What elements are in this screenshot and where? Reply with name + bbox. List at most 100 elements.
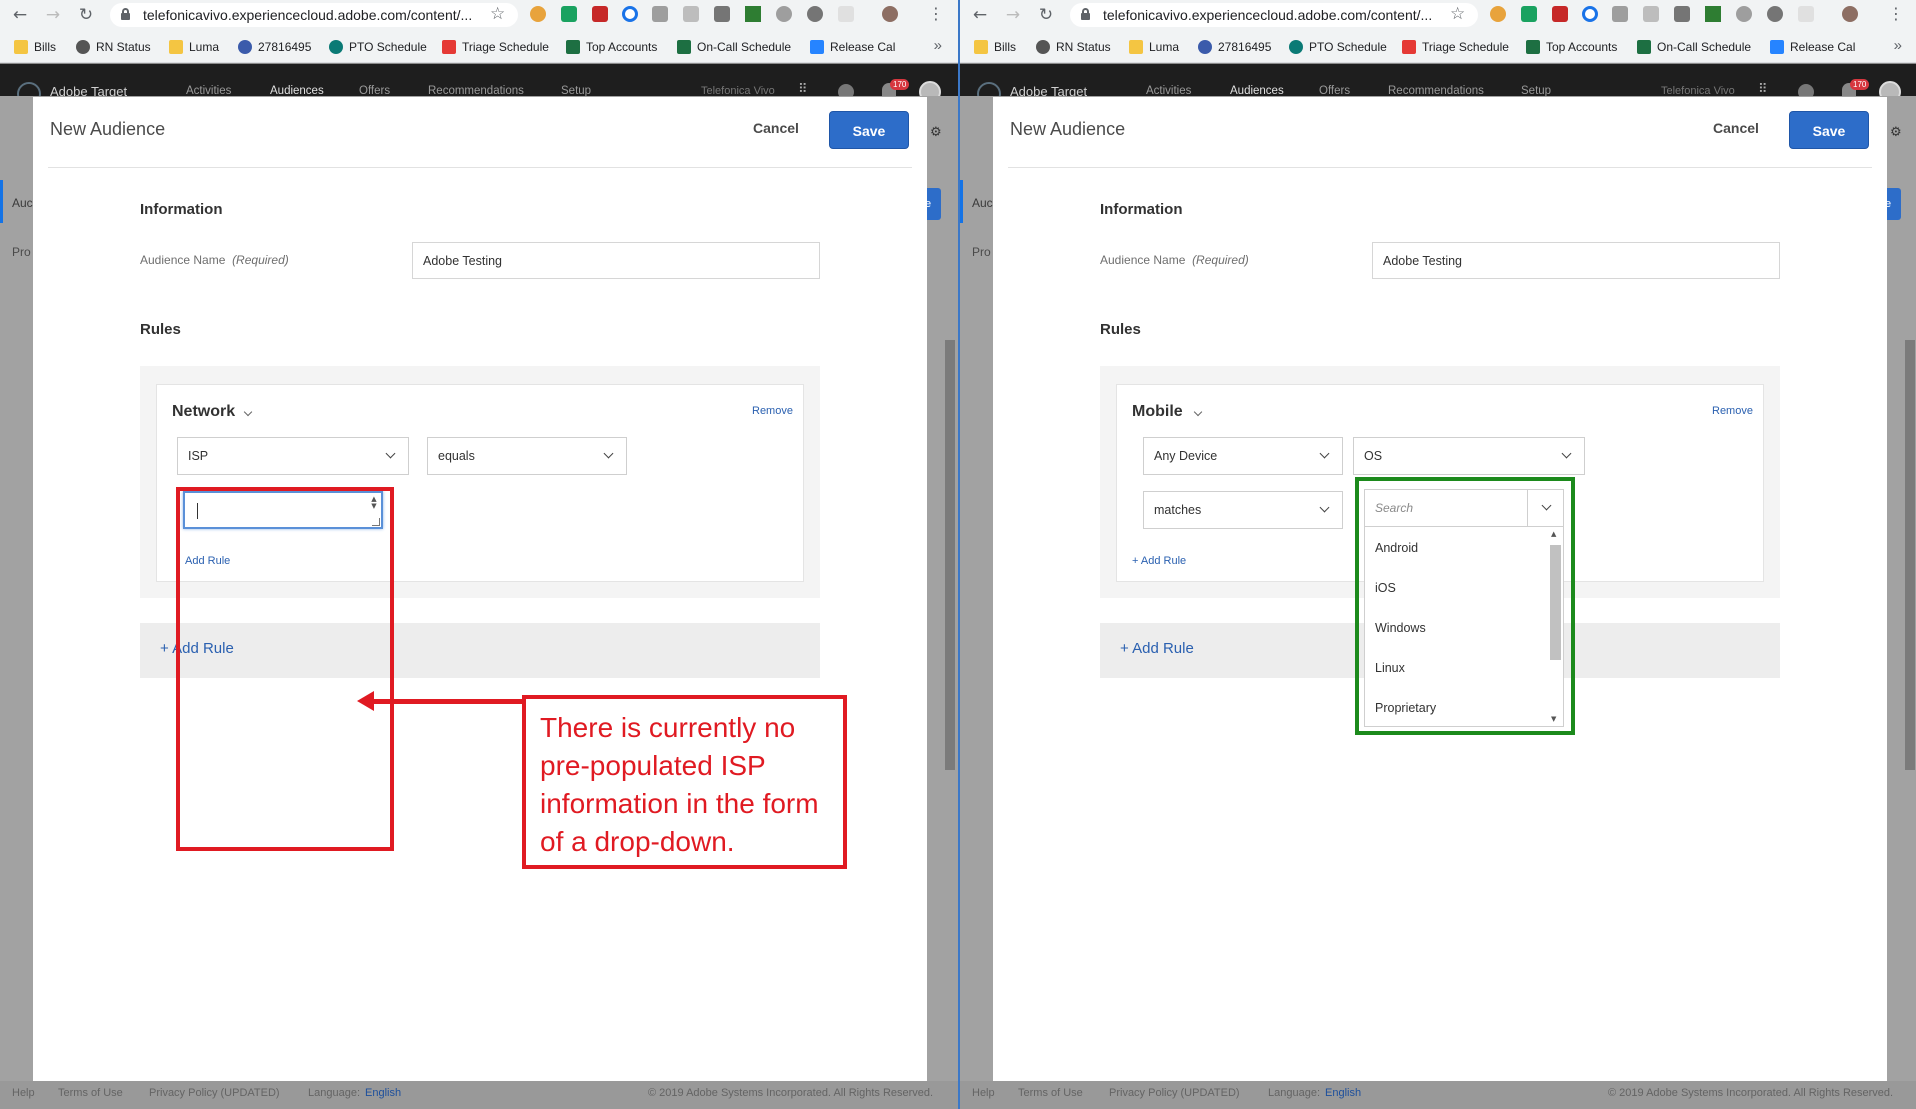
profile-icon[interactable] <box>1842 6 1858 22</box>
sharepoint-icon <box>329 40 343 54</box>
bookmark-triage-schedule[interactable]: Triage Schedule <box>1402 38 1509 56</box>
footer-language[interactable]: English <box>1325 1087 1361 1099</box>
footer-terms[interactable]: Terms of Use <box>1018 1087 1083 1099</box>
app-switcher-icon[interactable]: ⠿ <box>1758 82 1768 97</box>
left-browser-window: ← → ↻ telefonicavivo.experiencecloud.ado… <box>0 0 958 1109</box>
bookmark-release-cal[interactable]: Release Cal <box>810 38 895 56</box>
bookmark-pto-schedule[interactable]: PTO Schedule <box>1289 38 1387 56</box>
background-create-button: e <box>1885 188 1901 220</box>
bookmark-luma[interactable]: Luma <box>1129 38 1179 56</box>
footer-terms[interactable]: Terms of Use <box>58 1087 123 1099</box>
extension-icon[interactable] <box>1612 6 1628 22</box>
bookmark-star-icon[interactable]: ☆ <box>1450 4 1465 24</box>
bookmark-27816495[interactable]: 27816495 <box>1198 38 1271 56</box>
bookmark-luma[interactable]: Luma <box>169 38 219 56</box>
bookmark-on-call-schedule[interactable]: On-Call Schedule <box>1637 38 1751 56</box>
extension-icon[interactable] <box>1736 6 1752 22</box>
extension-icon[interactable] <box>592 6 608 22</box>
bookmark-bills[interactable]: Bills <box>974 38 1016 56</box>
reload-icon[interactable]: ↻ <box>76 5 96 25</box>
extension-icon[interactable] <box>1798 6 1814 22</box>
extension-icon[interactable] <box>622 6 638 22</box>
back-icon[interactable]: ← <box>10 5 30 25</box>
side-active-marker <box>0 180 3 223</box>
bookmark-top-accounts[interactable]: Top Accounts <box>1526 38 1617 56</box>
rule-type-dropdown[interactable]: Network <box>172 403 235 421</box>
chevron-down-icon <box>1319 502 1330 513</box>
bookmark-27816495[interactable]: 27816495 <box>238 38 311 56</box>
modal-divider <box>48 167 912 168</box>
bookmark-star-icon[interactable]: ☆ <box>490 4 505 24</box>
profile-icon[interactable] <box>882 6 898 22</box>
address-bar[interactable]: telefonicavivo.experiencecloud.adobe.com… <box>1070 3 1478 27</box>
attribute-dropdown[interactable]: ISP <box>177 437 409 475</box>
audience-name-input[interactable] <box>412 242 820 279</box>
cancel-button[interactable]: Cancel <box>753 120 799 136</box>
footer-help[interactable]: Help <box>972 1087 995 1099</box>
bookmark-top-accounts[interactable]: Top Accounts <box>566 38 657 56</box>
address-bar[interactable]: telefonicavivo.experiencecloud.adobe.com… <box>110 3 518 27</box>
bookmark-on-call-schedule[interactable]: On-Call Schedule <box>677 38 791 56</box>
remove-rule-link[interactable]: Remove <box>752 405 793 417</box>
app-switcher-icon[interactable]: ⠿ <box>798 82 808 97</box>
extension-icon[interactable] <box>1767 6 1783 22</box>
bookmark-release-cal[interactable]: Release Cal <box>1770 38 1855 56</box>
operator-dropdown[interactable]: matches <box>1143 491 1343 529</box>
attribute-dropdown[interactable]: OS <box>1353 437 1585 475</box>
extension-icon[interactable] <box>714 6 730 22</box>
annotation-callout: There is currently no pre-populated ISP … <box>522 695 847 869</box>
extension-icon[interactable] <box>561 6 577 22</box>
device-dropdown[interactable]: Any Device <box>1143 437 1343 475</box>
reload-icon[interactable]: ↻ <box>1036 5 1056 25</box>
chevron-down-icon[interactable] <box>1193 407 1203 417</box>
extension-icon[interactable] <box>1674 6 1690 22</box>
footer-copyright: © 2019 Adobe Systems Incorporated. All R… <box>1608 1087 1894 1099</box>
cancel-button[interactable]: Cancel <box>1713 120 1759 136</box>
settings-gear-icon[interactable]: ⚙ <box>930 125 942 140</box>
footer-privacy[interactable]: Privacy Policy (UPDATED) <box>149 1087 280 1099</box>
add-rule-link[interactable]: + Add Rule <box>1132 555 1186 567</box>
extension-icon[interactable] <box>1643 6 1659 22</box>
bookmark-triage-schedule[interactable]: Triage Schedule <box>442 38 549 56</box>
extension-icon[interactable] <box>1490 6 1506 22</box>
bookmarks-overflow[interactable]: » <box>934 37 942 54</box>
save-button[interactable]: Save <box>1789 111 1869 149</box>
settings-gear-icon[interactable]: ⚙ <box>1890 125 1902 140</box>
menu-icon[interactable]: ⋮ <box>1888 4 1904 23</box>
save-button[interactable]: Save <box>829 111 909 149</box>
extension-icon[interactable] <box>652 6 668 22</box>
forward-icon[interactable]: → <box>1003 5 1023 25</box>
back-icon[interactable]: ← <box>970 5 990 25</box>
bookmarks-overflow[interactable]: » <box>1894 37 1902 54</box>
audience-name-label: Audience Name (Required) <box>140 253 289 267</box>
audience-name-input[interactable] <box>1372 242 1780 279</box>
extension-icon[interactable] <box>683 6 699 22</box>
extension-icon[interactable] <box>838 6 854 22</box>
menu-icon[interactable]: ⋮ <box>928 4 944 23</box>
extension-icon[interactable] <box>1552 6 1568 22</box>
chevron-down-icon[interactable] <box>243 407 253 417</box>
forward-icon[interactable]: → <box>43 5 63 25</box>
extension-icon[interactable] <box>745 6 761 22</box>
grid-icon <box>1402 40 1416 54</box>
extension-icon[interactable] <box>776 6 792 22</box>
rule-type-dropdown[interactable]: Mobile <box>1132 403 1183 421</box>
chevron-down-icon <box>1561 448 1572 459</box>
chevron-down-icon <box>385 448 396 459</box>
audience-name-label: Audience Name (Required) <box>1100 253 1249 267</box>
remove-rule-link[interactable]: Remove <box>1712 405 1753 417</box>
bookmark-pto-schedule[interactable]: PTO Schedule <box>329 38 427 56</box>
extension-icon[interactable] <box>530 6 546 22</box>
footer-privacy[interactable]: Privacy Policy (UPDATED) <box>1109 1087 1240 1099</box>
extension-icon[interactable] <box>807 6 823 22</box>
extension-icon[interactable] <box>1582 6 1598 22</box>
bookmark-rn-status[interactable]: RN Status <box>1036 38 1111 56</box>
bookmark-bills[interactable]: Bills <box>14 38 56 56</box>
extension-icon[interactable] <box>1521 6 1537 22</box>
operator-dropdown[interactable]: equals <box>427 437 627 475</box>
bookmark-rn-status[interactable]: RN Status <box>76 38 151 56</box>
footer-language[interactable]: English <box>365 1087 401 1099</box>
browser-toolbar: ← → ↻ telefonicavivo.experiencecloud.ado… <box>0 0 958 31</box>
extension-icon[interactable] <box>1705 6 1721 22</box>
footer-help[interactable]: Help <box>12 1087 35 1099</box>
